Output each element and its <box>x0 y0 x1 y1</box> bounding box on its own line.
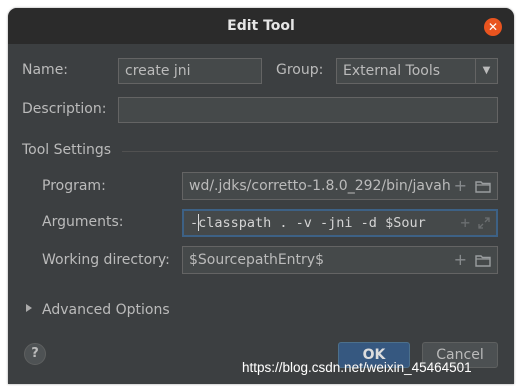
dialog-title: Edit Tool <box>227 18 295 34</box>
description-field[interactable] <box>118 97 498 123</box>
name-label: Name: <box>22 62 69 78</box>
title-bar: Edit Tool ✕ <box>8 8 514 44</box>
add-icon[interactable]: + <box>460 215 470 231</box>
folder-icon[interactable] <box>475 180 491 193</box>
chevron-down-icon[interactable]: ▼ <box>475 59 497 83</box>
arguments-label: Arguments: <box>42 214 124 230</box>
arguments-field[interactable]: -classpath . -v -jni -d $Sour + <box>182 209 498 237</box>
working-directory-label: Working directory: <box>42 252 170 268</box>
group-select[interactable]: External Tools ▼ <box>336 58 498 84</box>
program-field[interactable]: wd/.jdks/corretto-1.8.0_292/bin/javah + <box>182 172 498 200</box>
section-divider <box>122 151 498 152</box>
help-button[interactable]: ? <box>24 343 46 365</box>
add-icon[interactable]: + <box>454 178 467 194</box>
working-directory-field[interactable]: $SourcepathEntry$ + <box>182 246 498 274</box>
tool-settings-heading: Tool Settings <box>22 142 112 158</box>
text-caret <box>198 214 199 231</box>
add-icon[interactable]: + <box>454 252 467 268</box>
watermark-text: https://blog.csdn.net/weixin_45464501 <box>242 360 472 375</box>
working-directory-field-icons: + <box>449 247 491 273</box>
description-label: Description: <box>22 101 107 117</box>
arguments-field-icons: + <box>456 211 490 235</box>
program-value: wd/.jdks/corretto-1.8.0_292/bin/javah <box>189 178 451 194</box>
working-directory-value: $SourcepathEntry$ <box>189 252 324 268</box>
triangle-right-icon[interactable] <box>26 304 32 312</box>
program-label: Program: <box>42 178 106 194</box>
edit-tool-dialog: Edit Tool ✕ Name: create jni Group: Exte… <box>8 8 514 384</box>
name-field[interactable]: create jni <box>118 58 262 84</box>
group-select-value: External Tools <box>343 63 441 79</box>
arguments-value: -classpath . -v -jni -d $Sour <box>190 215 426 231</box>
close-icon[interactable]: ✕ <box>484 18 502 36</box>
folder-icon[interactable] <box>475 254 491 267</box>
group-label: Group: <box>276 62 324 78</box>
program-field-icons: + <box>449 173 491 199</box>
advanced-options-toggle[interactable]: Advanced Options <box>42 302 170 318</box>
expand-icon[interactable] <box>478 217 490 229</box>
